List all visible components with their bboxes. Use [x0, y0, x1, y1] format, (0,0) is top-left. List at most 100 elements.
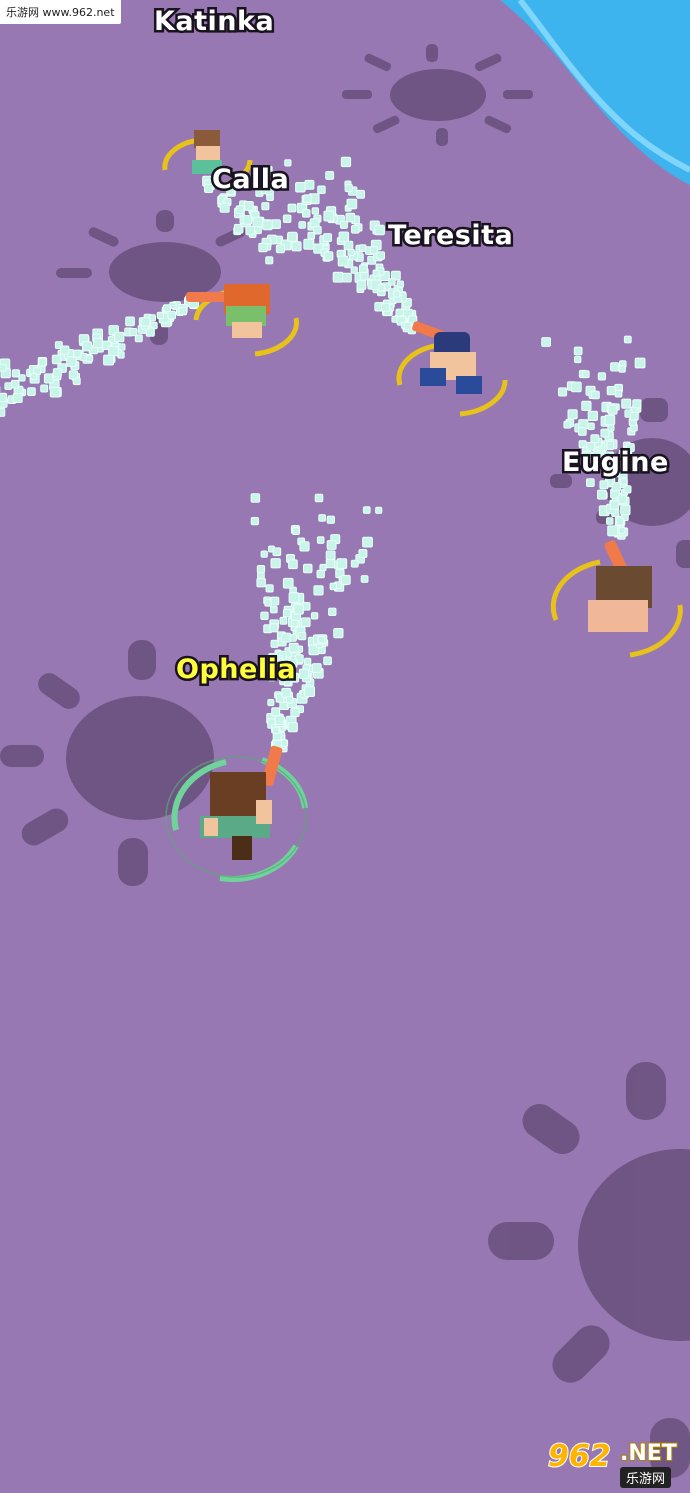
spray-droplet — [260, 611, 269, 620]
spray-droplet — [314, 493, 324, 503]
spray-droplet — [118, 343, 126, 351]
spray-droplet — [634, 357, 646, 369]
spray-droplet — [591, 390, 600, 400]
spray-droplet — [288, 559, 298, 570]
logo-main: 962 — [547, 1438, 612, 1475]
spray-droplet — [618, 527, 626, 535]
spray-droplet — [356, 189, 366, 199]
spray-droplet — [623, 485, 632, 494]
spray-droplet — [325, 171, 335, 180]
spray-droplet — [325, 550, 336, 561]
spray-droplet — [607, 525, 619, 537]
spray-droplet — [346, 198, 358, 210]
spray-droplet — [258, 242, 268, 253]
spray-droplet — [621, 398, 632, 409]
spray-droplet — [0, 363, 7, 372]
spray-droplet — [271, 219, 281, 229]
spray-droplet — [275, 244, 285, 254]
spray-droplet — [272, 726, 280, 735]
spray-droplet — [604, 414, 616, 426]
spray-droplet — [286, 696, 294, 704]
spray-droplet — [606, 386, 616, 396]
spray-droplet — [304, 657, 312, 666]
spray-droplet — [270, 605, 278, 614]
spray-droplet — [92, 337, 104, 349]
spray-droplet — [372, 269, 380, 277]
spray-droplet — [288, 592, 300, 604]
spray-droplet — [12, 393, 23, 403]
spray-droplet — [242, 215, 253, 225]
spray-droplet — [261, 202, 270, 211]
spray-droplet — [381, 302, 390, 312]
spray-droplet — [290, 707, 300, 717]
spray-droplet — [609, 500, 620, 510]
spray-droplet — [362, 506, 371, 514]
game-arena — [0, 0, 690, 1478]
spray-droplet — [280, 739, 289, 747]
spray-droplet — [43, 373, 55, 384]
spray-droplet — [567, 409, 578, 420]
spray-droplet — [388, 278, 396, 286]
spray-droplet — [82, 341, 93, 352]
spray-droplet — [265, 256, 274, 265]
spray-droplet — [362, 536, 373, 548]
spray-droplet — [38, 358, 47, 367]
spray-droplet — [614, 389, 623, 398]
spray-droplet — [10, 379, 20, 389]
spray-droplet — [256, 565, 266, 574]
spray-droplet — [347, 248, 355, 257]
spray-droplet — [287, 231, 298, 242]
spray-droplet — [85, 354, 94, 363]
spray-droplet — [303, 238, 315, 250]
spray-droplet — [317, 185, 326, 194]
spray-droplet — [358, 549, 368, 558]
spray-droplet — [586, 478, 595, 487]
spray-droplet — [156, 311, 165, 320]
spray-droplet — [607, 405, 618, 415]
spray-droplet — [0, 407, 6, 417]
spray-droplet — [359, 264, 368, 274]
spray-droplet — [333, 628, 344, 639]
spray-droplet — [597, 489, 607, 500]
spray-droplet — [219, 202, 230, 213]
spray-droplet — [269, 623, 279, 633]
spray-droplet — [291, 527, 300, 535]
spray-droplet — [393, 290, 401, 298]
spray-droplet — [282, 609, 292, 618]
spray-droplet — [125, 316, 135, 327]
spray-droplet — [298, 221, 306, 229]
spray-droplet — [318, 514, 326, 522]
spray-droplet — [359, 271, 369, 281]
spray-droplet — [360, 575, 369, 583]
spray-droplet — [291, 241, 302, 252]
spray-droplet — [630, 411, 639, 421]
spray-droplet — [590, 434, 600, 444]
spray-droplet — [270, 596, 280, 606]
spray-droplet — [68, 370, 79, 380]
spray-droplet — [264, 599, 272, 607]
player-name-teresita: Teresita — [385, 218, 515, 254]
spray-droplet — [60, 345, 70, 355]
spray-droplet — [265, 584, 274, 593]
spray-droplet — [587, 422, 595, 430]
player-name-calla: Calla — [209, 162, 291, 198]
water-spray — [0, 156, 646, 753]
spray-droplet — [574, 355, 582, 364]
spray-droplet — [311, 207, 320, 215]
spray-droplet — [51, 354, 62, 365]
spray-droplet — [571, 381, 582, 393]
spray-droplet — [323, 233, 332, 243]
spray-droplet — [73, 349, 82, 358]
spray-droplet — [599, 480, 609, 490]
spray-droplet — [303, 194, 312, 203]
spray-droplet — [313, 585, 324, 596]
spray-droplet — [4, 382, 13, 391]
spray-droplet — [279, 616, 288, 625]
spray-droplet — [618, 365, 626, 373]
spray-droplet — [245, 225, 255, 236]
spray-droplet — [287, 722, 298, 733]
spray-droplet — [344, 183, 353, 193]
spray-droplet — [396, 280, 405, 288]
spray-droplet — [607, 424, 615, 432]
spray-droplet — [289, 634, 297, 642]
